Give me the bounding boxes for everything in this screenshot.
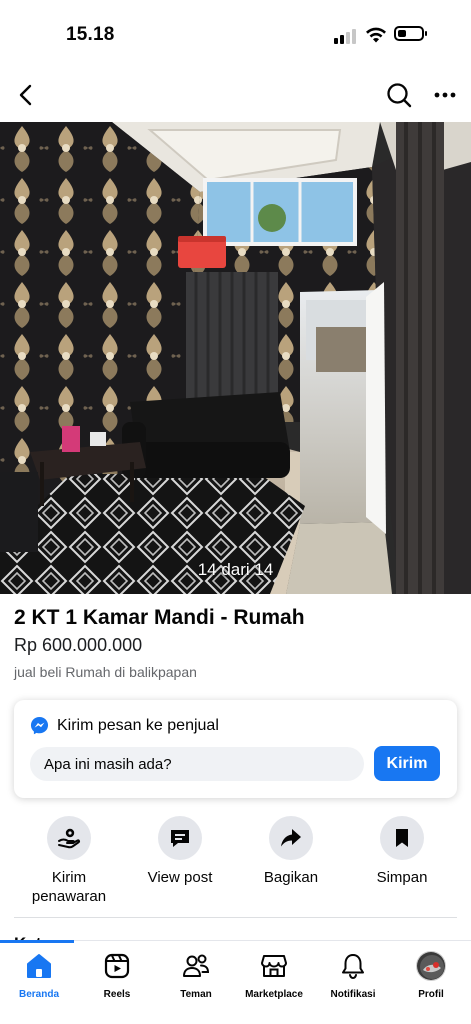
more-horizontal-icon[interactable] (430, 80, 460, 110)
message-heading: Kirim pesan ke penjual (30, 716, 219, 735)
tab-label: Teman (180, 989, 212, 1000)
message-heading-text: Kirim pesan ke penjual (57, 716, 219, 734)
avatar-image (417, 952, 445, 980)
wifi-icon (366, 27, 386, 43)
make-offer-label: Kirim penawaran (31, 869, 107, 905)
search-icon[interactable] (384, 80, 414, 110)
tab-beranda[interactable]: Beranda (0, 951, 79, 1000)
tab-notifikasi[interactable]: Notifikasi (313, 951, 393, 1000)
status-time: 15.18 (66, 24, 115, 45)
listing-actions: Kirim penawaran View post Bagikan Simpan (0, 816, 471, 906)
view-post-icon-wrap (158, 816, 202, 860)
view-post-label: View post (147, 869, 213, 886)
photo-counter: 14 dari 14 (197, 560, 274, 579)
status-bar: 15.18 (0, 0, 471, 70)
save-label: Simpan (376, 869, 428, 886)
share-icon-wrap (269, 816, 313, 860)
tab-teman[interactable]: Teman (156, 951, 236, 1000)
marketplace-icon (261, 955, 287, 977)
top-nav (0, 72, 471, 120)
message-input[interactable] (30, 747, 364, 781)
share-arrow-icon (281, 829, 301, 847)
offer-icon-wrap (47, 816, 91, 860)
chevron-left-icon[interactable] (12, 80, 42, 110)
offer-hand-icon (58, 828, 81, 849)
make-offer-button[interactable]: Kirim penawaran (14, 816, 124, 906)
listing-location[interactable]: jual beli Rumah di balikpapan (14, 664, 197, 680)
message-seller-card: Kirim pesan ke penjual Kirim (14, 700, 457, 798)
save-icon-wrap (380, 816, 424, 860)
home-icon (27, 954, 51, 978)
tab-label: Marketplace (245, 989, 303, 1000)
section-divider (14, 917, 457, 918)
tab-marketplace[interactable]: Marketplace (234, 951, 314, 1000)
friends-icon (183, 954, 210, 977)
reels-icon (104, 953, 130, 979)
active-tab-indicator (0, 940, 74, 943)
view-post-button[interactable]: View post (125, 816, 235, 887)
messenger-icon (30, 716, 49, 735)
listing-photo[interactable]: 14 dari 14 (0, 122, 471, 594)
tab-label: Reels (103, 989, 131, 1000)
tab-label: Profil (418, 989, 444, 1000)
tab-label: Beranda (18, 989, 59, 1000)
share-label: Bagikan (263, 869, 319, 886)
bookmark-icon (396, 829, 408, 847)
save-button[interactable]: Simpan (347, 816, 457, 887)
listing-title: 2 KT 1 Kamar Mandi - Rumah (14, 606, 305, 629)
signal-icon (334, 28, 358, 44)
tab-label: Notifikasi (330, 989, 376, 1000)
room-photo-illustration (0, 122, 471, 594)
share-button[interactable]: Bagikan (236, 816, 346, 887)
battery-icon (394, 26, 427, 41)
view-post-icon (171, 830, 189, 847)
tab-reels[interactable]: Reels (77, 951, 157, 1000)
listing-price: Rp 600.000.000 (14, 635, 143, 655)
battery-level (398, 30, 406, 37)
bottom-tab-bar: Beranda Reels Teman Marketplace Notifika… (0, 940, 471, 1024)
send-button[interactable]: Kirim (374, 746, 440, 781)
bell-icon (342, 954, 364, 980)
tab-profil[interactable]: Profil (391, 951, 471, 1000)
avatar (416, 951, 446, 981)
